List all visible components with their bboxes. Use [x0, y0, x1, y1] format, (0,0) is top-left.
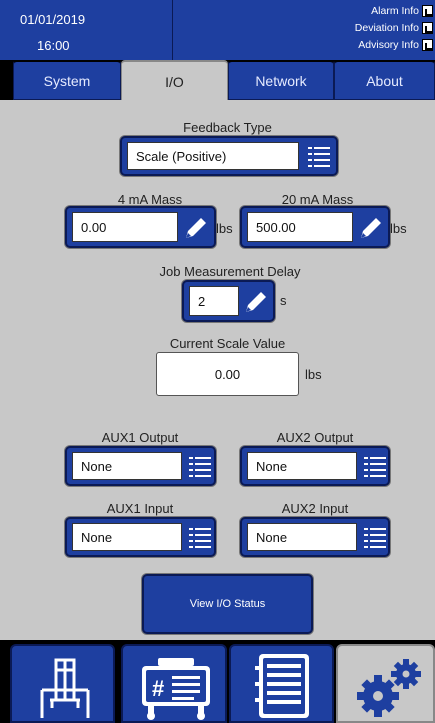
list-icon: [308, 146, 330, 167]
list-icon: [189, 456, 211, 477]
deviation-info-label: Deviation Info: [354, 21, 419, 34]
advisory-info-label: Advisory Info: [358, 38, 419, 51]
scale-value-display: 0.00: [156, 352, 299, 396]
nav-machine-button[interactable]: [10, 644, 115, 723]
pencil-icon: [246, 292, 266, 312]
notebook-icon: [255, 654, 309, 718]
io-settings-panel: Feedback Type Scale (Positive) 4 mA Mass…: [0, 100, 435, 640]
mass-20ma-input[interactable]: 500.00: [240, 206, 390, 248]
job-delay-value: 2: [189, 286, 239, 316]
aux2-output-label: AUX2 Output: [276, 430, 354, 445]
svg-text:#: #: [152, 676, 164, 701]
alarm-info-button[interactable]: Alarm Info: [173, 2, 435, 19]
datetime-panel: 01/01/2019 16:00: [0, 0, 173, 60]
tab-system[interactable]: System: [13, 60, 121, 100]
feedback-type-label: Feedback Type: [183, 120, 272, 135]
advisory-info-button[interactable]: Advisory Info: [173, 36, 435, 53]
aux1-input-select[interactable]: None: [65, 517, 216, 557]
info-panel: Alarm Info Deviation Info Advisory Info: [173, 2, 435, 53]
list-icon: [364, 456, 386, 477]
mass-20ma-value: 500.00: [247, 212, 353, 242]
info-doc-icon: [422, 21, 433, 34]
aux1-output-label: AUX1 Output: [101, 430, 179, 445]
nav-notebook-button[interactable]: [229, 644, 334, 723]
aux2-input-value: None: [247, 523, 357, 551]
tab-io[interactable]: I/O: [121, 60, 228, 102]
machine-icon: [40, 658, 90, 718]
nav-controller-button[interactable]: #: [121, 644, 227, 723]
deviation-info-button[interactable]: Deviation Info: [173, 19, 435, 36]
view-io-status-button[interactable]: View I/O Status: [142, 574, 313, 634]
scale-value-unit: lbs: [305, 367, 322, 382]
pencil-icon: [361, 218, 381, 238]
aux1-output-select[interactable]: None: [65, 446, 216, 486]
aux2-output-value: None: [247, 452, 357, 480]
tab-bar: System I/O Network About: [0, 60, 435, 102]
alarm-info-label: Alarm Info: [371, 4, 419, 17]
mass-4ma-label: 4 mA Mass: [117, 192, 183, 207]
mass-4ma-unit: lbs: [216, 221, 233, 236]
list-icon: [364, 527, 386, 548]
tab-network[interactable]: Network: [228, 60, 334, 100]
job-delay-label: Job Measurement Delay: [159, 264, 301, 279]
aux2-output-select[interactable]: None: [240, 446, 390, 486]
mass-4ma-value: 0.00: [72, 212, 178, 242]
aux1-output-value: None: [72, 452, 182, 480]
bottom-nav: #: [0, 640, 435, 723]
mass-4ma-input[interactable]: 0.00: [65, 206, 216, 248]
aux1-input-label: AUX1 Input: [106, 501, 174, 516]
info-doc-icon: [422, 38, 433, 51]
status-header: 01/01/2019 16:00 Alarm Info Deviation In…: [0, 0, 435, 60]
aux1-input-value: None: [72, 523, 182, 551]
time-display: 16:00: [37, 38, 70, 53]
aux2-input-select[interactable]: None: [240, 517, 390, 557]
pencil-icon: [186, 218, 206, 238]
date-display: 01/01/2019: [20, 12, 86, 27]
controller-icon: #: [142, 658, 210, 720]
job-delay-unit: s: [280, 293, 287, 308]
mass-20ma-label: 20 mA Mass: [281, 192, 354, 207]
feedback-type-select[interactable]: Scale (Positive): [120, 136, 338, 176]
tab-about[interactable]: About: [334, 60, 435, 100]
list-icon: [189, 527, 211, 548]
feedback-type-value: Scale (Positive): [127, 142, 299, 170]
info-doc-icon: [422, 4, 433, 17]
mass-20ma-unit: lbs: [390, 221, 407, 236]
settings-gears-icon: [357, 659, 421, 717]
aux2-input-label: AUX2 Input: [281, 501, 349, 516]
job-delay-input[interactable]: 2: [182, 280, 275, 322]
nav-settings-button[interactable]: [336, 644, 435, 723]
scale-value-label: Current Scale Value: [169, 336, 286, 351]
